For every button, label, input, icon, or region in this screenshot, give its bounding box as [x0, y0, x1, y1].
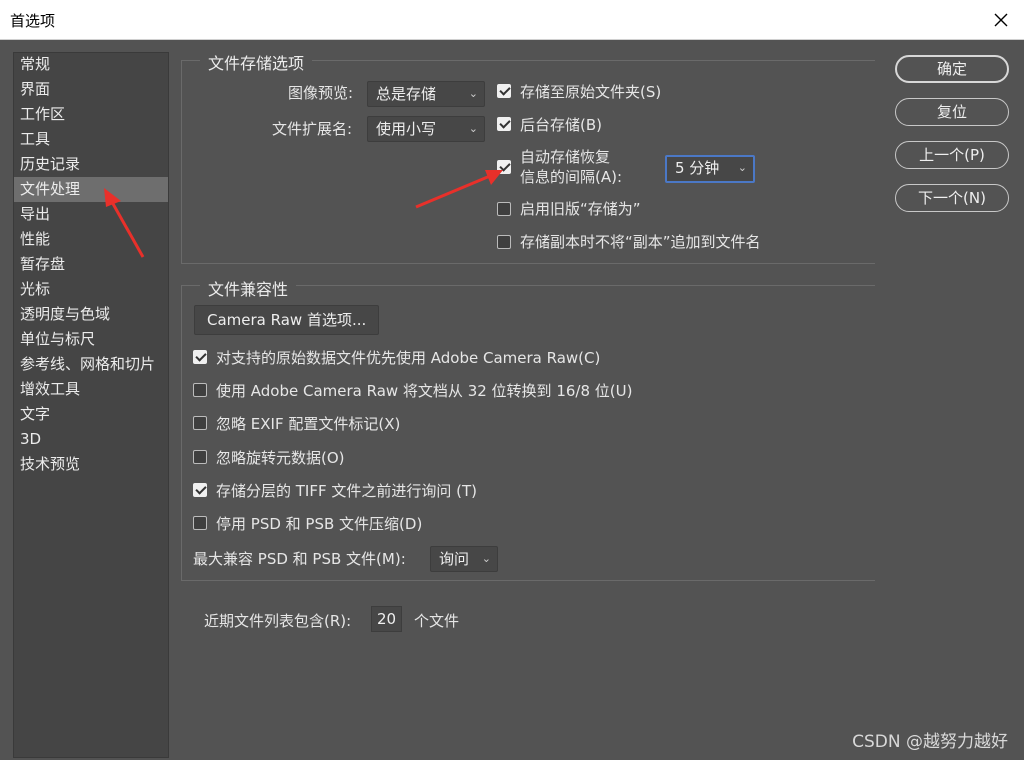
annotation-arrow-icon — [104, 170, 503, 258]
watermark: CSDN @越努力越好 — [852, 732, 1008, 752]
